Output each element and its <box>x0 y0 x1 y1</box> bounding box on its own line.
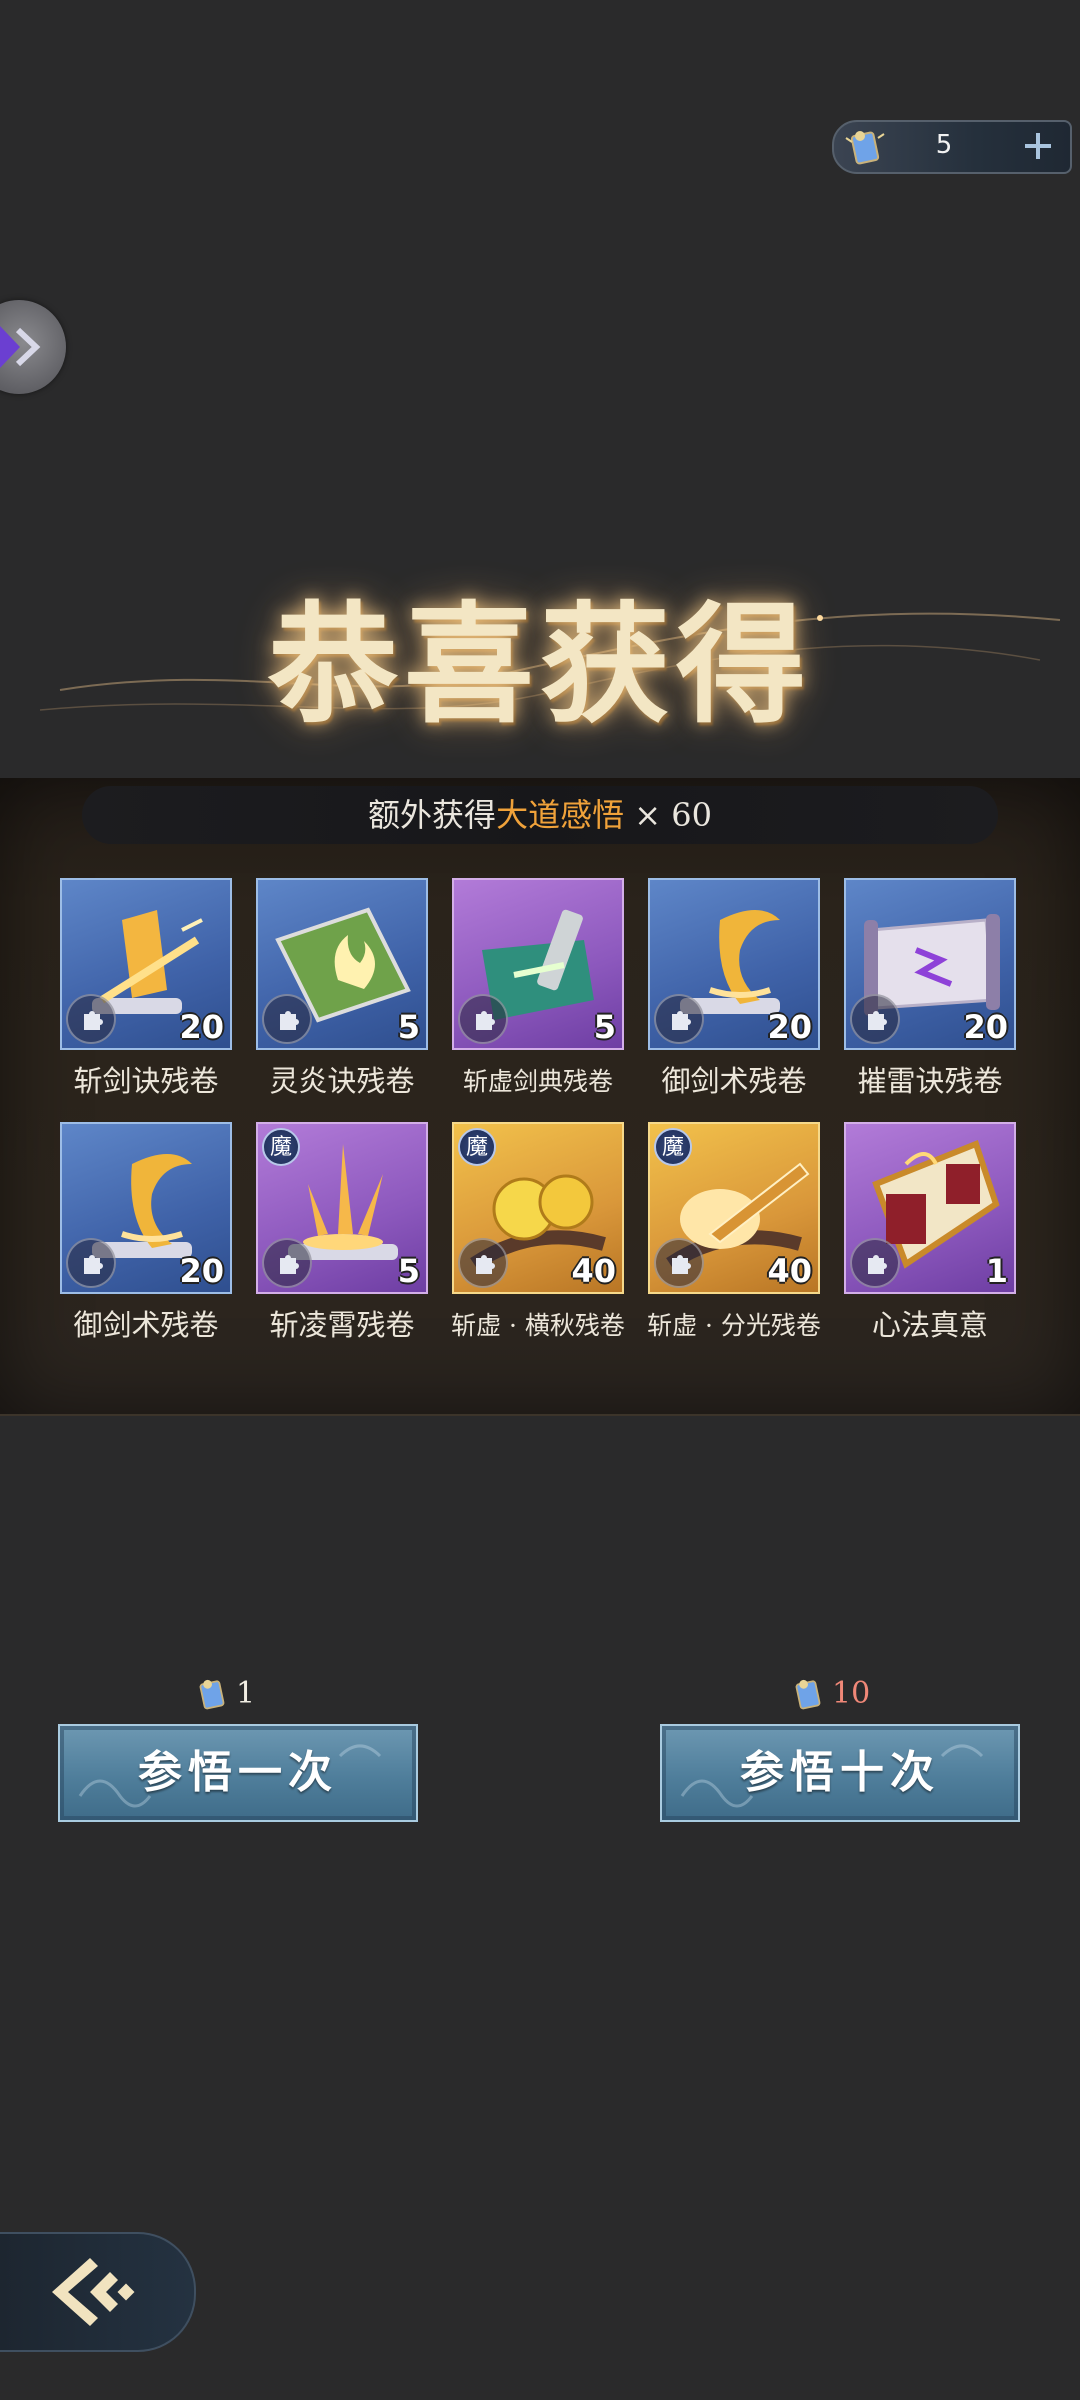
reward-card: 1 <box>844 1122 1016 1294</box>
reward-qty: 20 <box>767 1008 812 1046</box>
single-cost-value: 1 <box>236 1676 256 1711</box>
cloud-pattern <box>680 1744 984 1808</box>
scroll-token-icon <box>199 1679 225 1710</box>
reward-name: 御剑术残卷 <box>73 1308 219 1342</box>
reward-card: 5 <box>256 878 428 1050</box>
reward-card: 5 <box>452 878 624 1050</box>
puzzle-piece-icon <box>868 1255 887 1274</box>
plus-icon[interactable] <box>1018 126 1058 166</box>
reward-card: 魔 40 <box>648 1122 820 1294</box>
reward-qty: 5 <box>397 1008 420 1046</box>
reward-name: 斩虚剑典残卷 <box>462 1067 613 1096</box>
bonus-prefix: 额外获得 <box>368 796 497 834</box>
reward-panel: 额外获得大道感悟 × 60 20 斩剑诀残卷 5 灵炎诀残卷 5 斩虚剑典残卷 20 御剑术残… <box>0 778 1080 1416</box>
puzzle-piece-icon <box>280 1011 299 1030</box>
puzzle-piece-icon <box>84 1011 103 1030</box>
puzzle-piece-icon <box>476 1011 495 1030</box>
comprehend-ten-button[interactable]: 参悟十次 <box>660 1724 1020 1822</box>
reward-name: 斩凌霄残卷 <box>269 1308 415 1342</box>
currency-display: 5 <box>832 120 1072 174</box>
congrats-title: 恭喜获得 <box>267 588 812 741</box>
reward-qty: 20 <box>179 1252 224 1290</box>
fragment-badge <box>262 1238 312 1288</box>
fragment-badge <box>654 1238 704 1288</box>
reward-name: 斩虚 · 分光残卷 <box>647 1311 821 1340</box>
reward-card: 20 <box>60 878 232 1050</box>
reward-name: 摧雷诀残卷 <box>857 1064 1003 1098</box>
ten-cost-value: 10 <box>832 1676 871 1711</box>
reward-name: 灵炎诀残卷 <box>269 1064 415 1098</box>
back-arrow-icon <box>52 2258 135 2326</box>
fragment-badge <box>262 994 312 1044</box>
demon-badge: 魔 <box>654 1128 692 1166</box>
fragment-badge <box>654 994 704 1044</box>
fragment-badge <box>458 1238 508 1288</box>
puzzle-piece-icon <box>280 1255 299 1274</box>
scroll-token-icon <box>845 131 885 165</box>
back-button[interactable] <box>0 2232 196 2352</box>
bonus-highlight: 大道感悟 <box>496 796 625 834</box>
demon-badge: 魔 <box>262 1128 300 1166</box>
currency-value: 5 <box>935 130 953 160</box>
reward-card: 20 <box>844 878 1016 1050</box>
title-area: 恭喜获得 <box>0 540 1080 741</box>
reward-qty: 5 <box>593 1008 616 1046</box>
puzzle-piece-icon <box>672 1011 691 1030</box>
fragment-badge <box>66 994 116 1044</box>
puzzle-piece-icon <box>84 1255 103 1274</box>
reward-card: 魔5 <box>256 1122 428 1294</box>
reward-qty: 40 <box>767 1252 812 1290</box>
reward-card: 20 <box>60 1122 232 1294</box>
double-chevron-right-icon <box>0 326 41 368</box>
bonus-banner: 额外获得大道感悟 × 60 <box>82 786 998 844</box>
reward-card: 20 <box>648 878 820 1050</box>
fragment-badge <box>850 994 900 1044</box>
fragment-badge <box>850 1238 900 1288</box>
scroll-token-icon <box>795 1679 821 1710</box>
puzzle-piece-icon <box>672 1255 691 1274</box>
reward-name: 斩虚 · 横秋残卷 <box>451 1311 625 1340</box>
fragment-badge <box>458 994 508 1044</box>
fragment-badge <box>66 1238 116 1288</box>
cloud-pattern <box>78 1744 382 1808</box>
reward-qty: 1 <box>985 1252 1008 1290</box>
reward-qty: 5 <box>397 1252 420 1290</box>
puzzle-piece-icon <box>868 1011 887 1030</box>
reward-qty: 40 <box>571 1252 616 1290</box>
reward-name: 心法真意 <box>871 1308 988 1342</box>
demon-badge: 魔 <box>458 1128 496 1166</box>
reward-card: 魔 40 <box>452 1122 624 1294</box>
reward-name: 斩剑诀残卷 <box>73 1064 219 1098</box>
side-menu-button[interactable] <box>0 300 66 394</box>
reward-name: 御剑术残卷 <box>661 1064 807 1098</box>
puzzle-piece-icon <box>476 1255 495 1274</box>
comprehend-once-button[interactable]: 参悟一次 <box>58 1724 418 1822</box>
bonus-amount: × 60 <box>634 796 712 834</box>
reward-qty: 20 <box>963 1008 1008 1046</box>
reward-qty: 20 <box>179 1008 224 1046</box>
